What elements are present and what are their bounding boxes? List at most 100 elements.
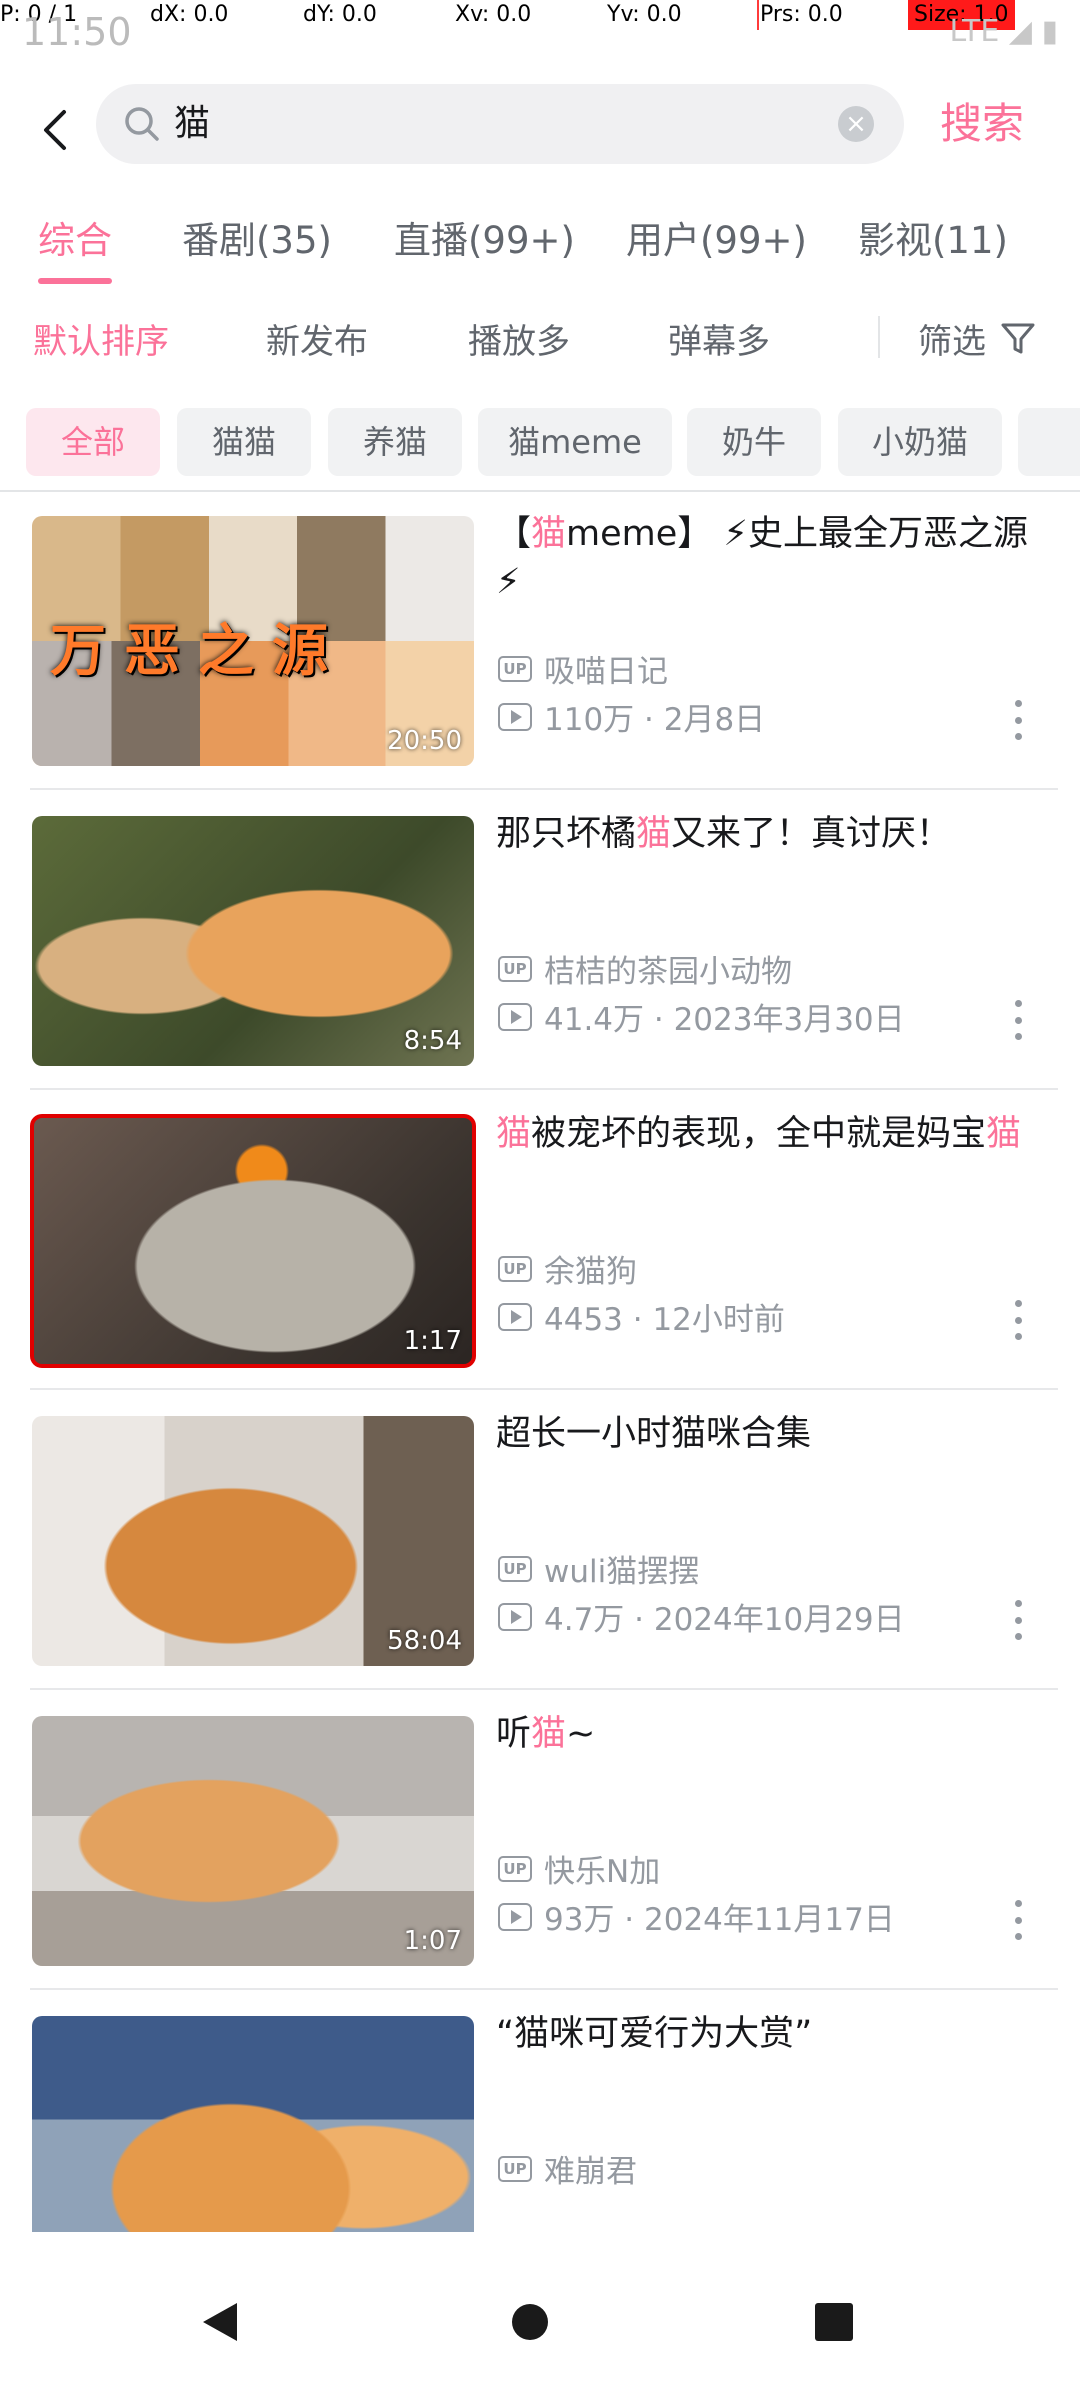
more-options-button[interactable]	[1008, 1300, 1028, 1340]
filter-button[interactable]: 筛选	[918, 314, 1036, 363]
filter-label: 筛选	[918, 322, 986, 362]
uploader-row[interactable]: UP 桔桔的茶园小动物	[498, 946, 792, 991]
uploader-row[interactable]: UP wuli猫摆摆	[498, 1546, 699, 1591]
nav-back-button[interactable]	[190, 2292, 250, 2352]
up-badge-icon: UP	[498, 1855, 532, 1882]
more-options-button[interactable]	[1008, 700, 1028, 740]
uploader-row[interactable]: UP 难崩君	[498, 2146, 637, 2191]
chip-maomao[interactable]: 猫猫	[177, 408, 311, 476]
uploader-name: 吸喵日记	[544, 654, 668, 690]
sort-most-played[interactable]: 播放多	[468, 314, 570, 363]
nav-recents-button[interactable]	[804, 2292, 864, 2352]
video-title: 那只坏橘猫又来了！真讨厌！	[496, 814, 952, 854]
uploader-row[interactable]: UP 吸喵日记	[498, 646, 668, 691]
uploader-row[interactable]: UP 快乐N加	[498, 1846, 660, 1891]
tab-bangumi[interactable]: 番剧(35)	[182, 210, 332, 264]
status-icons: LTE ◢ ▮	[949, 14, 1058, 49]
video-thumbnail[interactable]	[32, 2016, 474, 2232]
tab-film[interactable]: 影视(11)	[858, 210, 1008, 264]
up-badge-icon: UP	[498, 1555, 532, 1582]
play-count-icon	[498, 702, 532, 731]
video-result-card[interactable]: 1:07 听猫~ UP 快乐N加 93万 · 2024年11月17日	[0, 1688, 1080, 1990]
video-result-card[interactable]: 1:17 猫被宠坏的表现，全中就是妈宝猫 UP 余猫狗 4453 · 12小时前	[0, 1088, 1080, 1390]
tab-users[interactable]: 用户(99+)	[626, 210, 807, 264]
clear-search-button[interactable]: ×	[838, 106, 874, 142]
sort-newest[interactable]: 新发布	[266, 314, 368, 363]
debug-yv: Yv: 0.0	[607, 2, 682, 27]
debug-prs: Prs: 0.0	[760, 2, 843, 27]
tab-all[interactable]: 综合	[38, 210, 112, 264]
video-thumbnail[interactable]: 8:54	[32, 816, 474, 1066]
debug-xv: Xv: 0.0	[455, 2, 532, 27]
battery-icon: ▮	[1041, 14, 1058, 49]
video-title: 【猫meme】 ⚡史上最全万恶之源⚡	[496, 514, 1028, 602]
tab-live[interactable]: 直播(99+)	[394, 210, 575, 264]
views-and-date: 41.4万 · 2023年3月30日	[544, 1002, 905, 1038]
pointer-debug-overlay: P: 0 / 1 dX: 0.0 dY: 0.0 Xv: 0.0 Yv: 0.0…	[0, 0, 1080, 36]
back-button[interactable]	[30, 98, 80, 162]
debug-divider	[757, 0, 759, 30]
active-tab-indicator	[38, 278, 112, 284]
video-duration: 20:50	[387, 726, 462, 756]
play-count-icon	[498, 1602, 532, 1631]
chip-all[interactable]: 全部	[26, 408, 160, 476]
debug-dy: dY: 0.0	[303, 2, 377, 27]
video-title: 超长一小时猫咪合集	[496, 1414, 812, 1454]
video-stats: 110万 · 2月8日	[498, 694, 765, 739]
video-stats: 41.4万 · 2023年3月30日	[498, 994, 905, 1039]
up-badge-icon: UP	[498, 955, 532, 982]
uploader-name: 快乐N加	[544, 1854, 661, 1890]
play-count-icon	[498, 1902, 532, 1931]
chevron-left-icon	[44, 110, 66, 150]
more-options-button[interactable]	[1008, 1900, 1028, 1940]
sort-default[interactable]: 默认排序	[33, 314, 169, 363]
video-duration: 1:07	[403, 1926, 462, 1956]
up-badge-icon: UP	[498, 2155, 532, 2182]
views-and-date: 93万 · 2024年11月17日	[544, 1902, 895, 1938]
video-thumbnail[interactable]: 58:04	[32, 1416, 474, 1666]
chip-more[interactable]	[1018, 408, 1080, 476]
video-thumbnail[interactable]: 万恶之源 20:50	[32, 516, 474, 766]
search-icon	[125, 107, 159, 141]
more-options-button[interactable]	[1008, 1000, 1028, 1040]
thumbnail-title-text: 万恶之源	[50, 619, 346, 684]
sort-options: 默认排序 新发布 播放多 弹幕多 筛选	[0, 308, 1080, 364]
search-input[interactable]: 猫 ×	[96, 84, 904, 164]
funnel-icon	[1001, 323, 1035, 353]
search-button[interactable]: 搜索	[940, 94, 1024, 154]
close-icon: ×	[845, 109, 867, 139]
uploader-name: 余猫狗	[544, 1254, 637, 1290]
chip-kitten[interactable]: 小奶猫	[838, 408, 1002, 476]
uploader-name: wuli猫摆摆	[544, 1554, 700, 1590]
chip-raising-cats[interactable]: 养猫	[328, 408, 462, 476]
video-duration: 8:54	[403, 1026, 462, 1056]
video-thumbnail[interactable]: 1:17	[30, 1114, 476, 1368]
uploader-row[interactable]: UP 余猫狗	[498, 1246, 637, 1291]
chip-cow-cat[interactable]: 奶牛	[687, 408, 821, 476]
video-stats: 4.7万 · 2024年10月29日	[498, 1594, 905, 1639]
video-duration: 1:17	[403, 1326, 462, 1356]
square-recents-icon	[815, 2303, 853, 2341]
triangle-back-icon	[203, 2303, 237, 2341]
chip-cat-meme[interactable]: 猫meme	[478, 408, 672, 476]
video-stats: 93万 · 2024年11月17日	[498, 1894, 895, 1939]
video-result-card[interactable]: 8:54 那只坏橘猫又来了！真讨厌！ UP 桔桔的茶园小动物 41.4万 · 20…	[0, 788, 1080, 1090]
video-thumbnail[interactable]: 1:07	[32, 1716, 474, 1966]
uploader-name: 难崩君	[544, 2154, 637, 2190]
video-stats: 4453 · 12小时前	[498, 1294, 785, 1339]
video-result-card[interactable]: 万恶之源 20:50 【猫meme】 ⚡史上最全万恶之源⚡ UP 吸喵日记 110…	[0, 488, 1080, 790]
nav-home-button[interactable]	[500, 2292, 560, 2352]
views-and-date: 4.7万 · 2024年10月29日	[544, 1602, 905, 1638]
video-result-card[interactable]: “猫咪可爱行为大赏” UP 难崩君	[0, 1988, 1080, 2232]
more-options-button[interactable]	[1008, 1600, 1028, 1640]
sort-divider	[878, 316, 880, 358]
status-time: 11:50	[22, 10, 132, 54]
play-count-icon	[498, 1002, 532, 1031]
sort-most-danmaku[interactable]: 弹幕多	[668, 314, 770, 363]
video-title: 猫被宠坏的表现，全中就是妈宝猫	[496, 1114, 1022, 1154]
up-badge-icon: UP	[498, 655, 532, 682]
views-and-date: 110万 · 2月8日	[544, 702, 766, 738]
result-category-tabs: 综合 番剧(35) 直播(99+) 用户(99+) 影视(11)	[0, 200, 1080, 290]
video-result-card[interactable]: 58:04 超长一小时猫咪合集 UP wuli猫摆摆 4.7万 · 2024年10…	[0, 1388, 1080, 1690]
video-duration: 58:04	[387, 1626, 462, 1656]
